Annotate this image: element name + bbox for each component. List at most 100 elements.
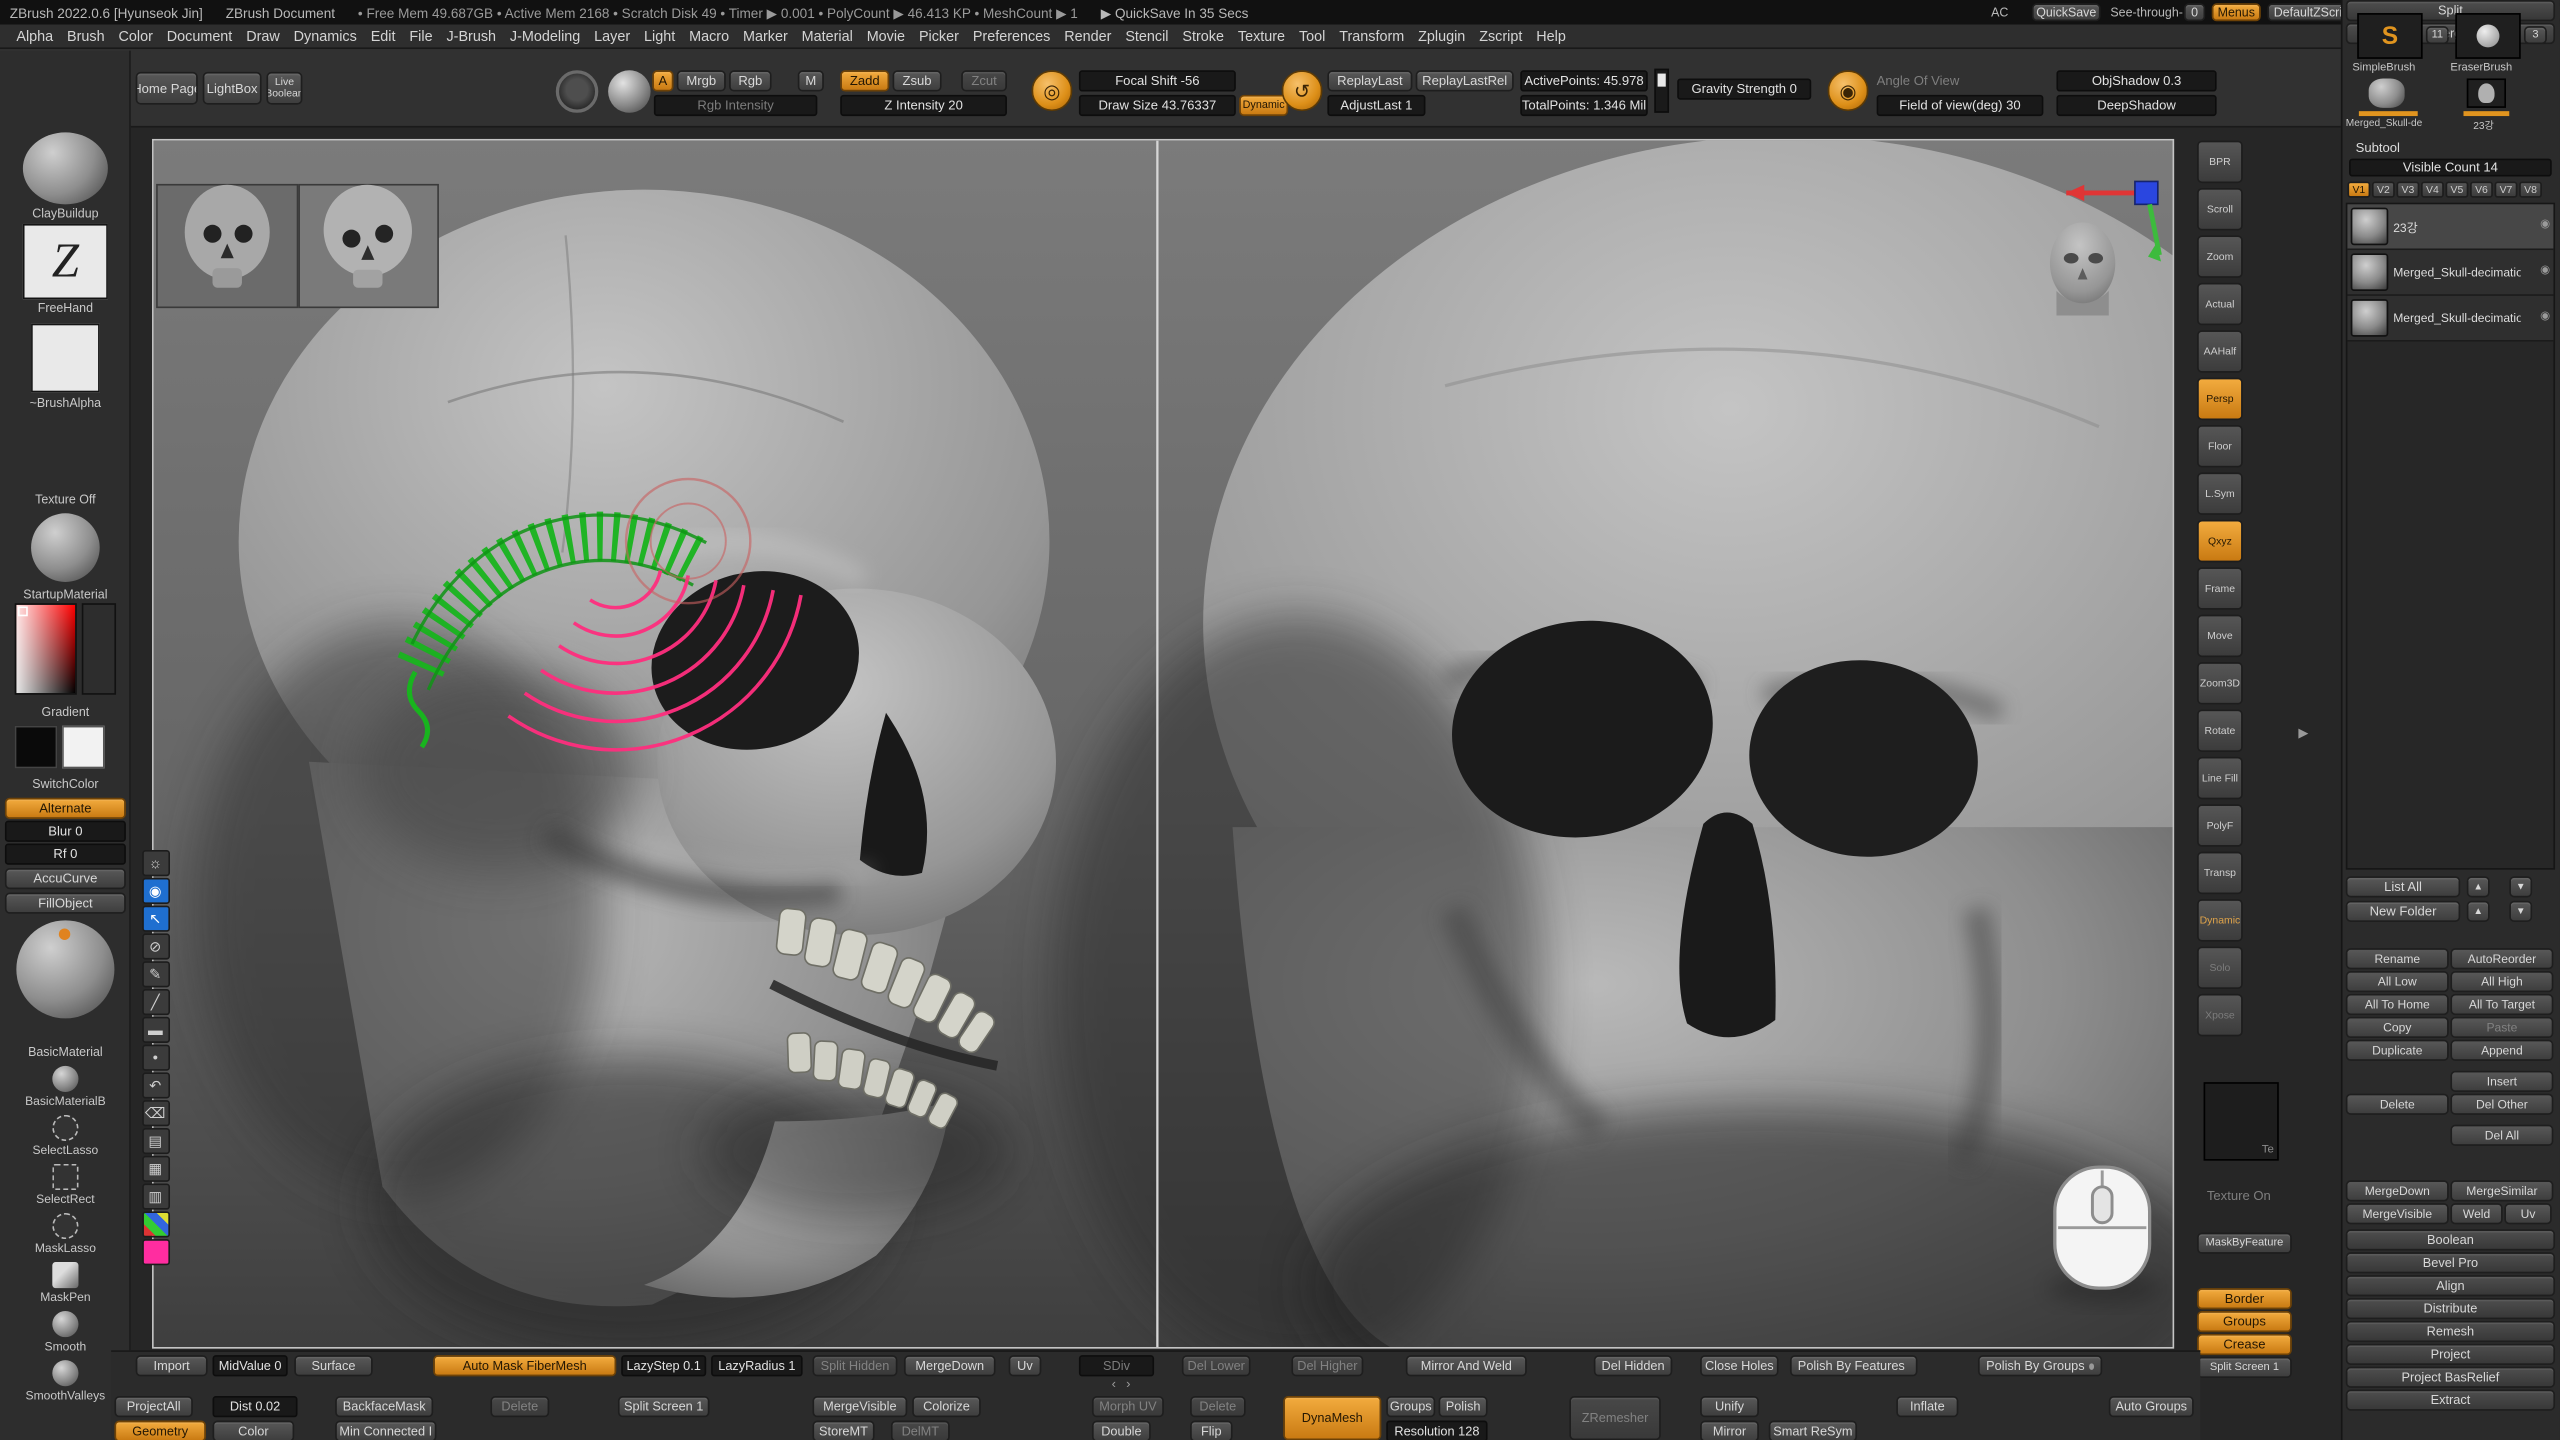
weld-button[interactable]: Weld (2450, 1203, 2502, 1224)
surface-button[interactable]: Surface (294, 1355, 372, 1376)
menu-item[interactable]: Help (1536, 28, 1566, 44)
eraser-brush-thumbnail[interactable] (2455, 13, 2520, 59)
backfacemask-button[interactable]: BackfaceMask (335, 1396, 433, 1417)
deepshadow-slider[interactable]: DeepShadow (2056, 95, 2216, 116)
focal-shift-slider[interactable]: Focal Shift -56 (1079, 70, 1236, 91)
trash-icon[interactable]: ⌫ (141, 1100, 169, 1126)
folder-down-button[interactable]: ▼ (2509, 901, 2532, 922)
subtool-action-button[interactable]: All To Home (2346, 994, 2449, 1015)
gravity-strength-slider[interactable]: Gravity Strength 0 (1677, 78, 1811, 99)
color-button[interactable]: Color (213, 1421, 295, 1440)
view-icon[interactable]: ◉ (1828, 70, 1869, 111)
del-higher-button[interactable]: Del Higher (1291, 1355, 1363, 1376)
startup-material-thumbnail[interactable] (31, 513, 100, 582)
polish-by-groups-button[interactable]: Polish By Groups (1978, 1355, 2102, 1376)
subtool-action-button[interactable]: Copy (2346, 1017, 2449, 1038)
replay-last-rel-button[interactable]: ReplayLastRel (1416, 70, 1514, 91)
subtool-action-button[interactable]: Delete (2346, 1094, 2449, 1115)
subtool-section-header[interactable]: Extract (2346, 1389, 2555, 1410)
menu-item[interactable]: Tool (1299, 28, 1325, 44)
menu-item[interactable]: J-Modeling (510, 28, 580, 44)
variant-tab[interactable]: V8 (2519, 181, 2542, 197)
subtool-eye-icon[interactable]: ◉ (2540, 309, 2550, 322)
split-screen-button-bottom[interactable]: Split Screen 1 (618, 1396, 710, 1417)
alpha-sphere-preview[interactable] (608, 70, 651, 113)
shelf-button[interactable]: Scroll (2197, 188, 2243, 231)
menu-item[interactable]: Texture (1238, 28, 1285, 44)
m-button[interactable]: M (798, 70, 824, 91)
menu-item[interactable]: Color (118, 28, 152, 44)
menu-item[interactable]: Picker (919, 28, 959, 44)
brush-alpha-thumbnail[interactable] (31, 324, 100, 393)
color-sv-picker[interactable] (15, 603, 77, 695)
crease-button[interactable]: Crease (2197, 1334, 2292, 1355)
menu-item[interactable]: Document (167, 28, 233, 44)
mrgb-button[interactable]: Mrgb (677, 70, 726, 91)
subtool-item[interactable]: Merged_Skull-decimation2_4 ◉ (2347, 296, 2553, 342)
subtool-item[interactable]: 23강 ◉ (2347, 204, 2553, 250)
tool-thumbnail-2[interactable] (2467, 78, 2506, 107)
del-hidden-button[interactable]: Del Hidden (1594, 1355, 1672, 1376)
menu-item[interactable]: Preferences (973, 28, 1051, 44)
mirror-button[interactable]: Mirror (1700, 1421, 1759, 1440)
zadd-button[interactable]: Zadd (840, 70, 889, 91)
no-draw-icon[interactable]: ⊘ (141, 933, 169, 959)
menu-item[interactable]: Layer (594, 28, 630, 44)
auto-mask-fibermesh-button[interactable]: Auto Mask FiberMesh (433, 1355, 616, 1376)
subtool-action-button[interactable]: All To Target (2450, 994, 2553, 1015)
split-screen-button[interactable]: Split Screen 1 (2197, 1357, 2292, 1378)
basic-material-thumbnail[interactable] (16, 920, 114, 1018)
merge-similar-button[interactable]: MergeSimilar (2450, 1180, 2553, 1201)
double-button[interactable]: Double (1092, 1421, 1151, 1440)
tool-slider[interactable] (2359, 111, 2418, 116)
groups-toggle-button[interactable]: Groups (1386, 1396, 1435, 1417)
draw-size-slider[interactable]: Draw Size 43.76337 (1079, 95, 1236, 116)
quicksave-button[interactable]: QuickSave (2032, 3, 2101, 21)
shelf-button[interactable]: AAHalf (2197, 330, 2243, 373)
subtool-action-button[interactable]: Paste (2450, 1017, 2553, 1038)
quick-pick-item[interactable]: SelectLasso (0, 1115, 131, 1162)
menu-item[interactable]: Marker (743, 28, 788, 44)
subtool-action-button[interactable]: Duplicate (2346, 1040, 2449, 1061)
mirror-and-weld-button[interactable]: Mirror And Weld (1406, 1355, 1527, 1376)
delete-button-2[interactable]: Delete (1190, 1396, 1246, 1417)
groups-button[interactable]: Groups (2197, 1311, 2292, 1332)
mask-by-feature-button[interactable]: MaskByFeature (2197, 1233, 2292, 1254)
zcut-button[interactable]: Zcut (961, 70, 1007, 91)
shelf-button[interactable]: PolyF (2197, 804, 2243, 847)
hue-strip[interactable] (82, 603, 116, 695)
pink-color-swatch[interactable] (141, 1239, 169, 1265)
freehand-brush-thumbnail[interactable]: Z (23, 224, 108, 299)
import-button[interactable]: Import (136, 1355, 208, 1376)
shelf-button[interactable]: Persp (2197, 378, 2243, 421)
subtool-eye-icon[interactable]: ◉ (2540, 217, 2550, 230)
quick-pick-item[interactable]: SelectRect (0, 1164, 131, 1211)
texture-off-label[interactable]: Texture Off (0, 492, 131, 507)
midvalue-slider[interactable]: MidValue 0 (213, 1355, 288, 1376)
projectall-button[interactable]: ProjectAll (114, 1396, 192, 1417)
alternate-button[interactable]: Alternate (5, 798, 126, 819)
switch-color-label[interactable]: SwitchColor (0, 776, 131, 791)
shelf-button[interactable]: Zoom3D (2197, 662, 2243, 705)
min-connected-button[interactable]: Min Connected I (335, 1421, 436, 1440)
blur-slider[interactable]: Blur 0 (5, 821, 126, 842)
subtool-action-button[interactable]: All Low (2346, 971, 2449, 992)
lightbox-button[interactable]: LightBox (203, 72, 262, 105)
eraser-icon[interactable]: ▬ (141, 1017, 169, 1043)
menu-item[interactable]: Stroke (1182, 28, 1224, 44)
fov-slider[interactable]: Field of view(deg) 30 (1877, 95, 2044, 116)
shelf-button[interactable]: Frame (2197, 567, 2243, 610)
replay-icon[interactable]: ↺ (1282, 70, 1323, 111)
zsub-button[interactable]: Zsub (893, 70, 942, 91)
variant-tab[interactable]: V5 (2446, 181, 2469, 197)
see-through-value[interactable]: 0 (2184, 3, 2205, 21)
merge-down-button[interactable]: MergeDown (2346, 1180, 2449, 1201)
delmt-button[interactable]: DelMT (891, 1421, 950, 1440)
subtool-eye-icon[interactable]: ◉ (2540, 263, 2550, 276)
light-icon[interactable]: ☼ (141, 850, 169, 876)
variant-tab[interactable]: V1 (2347, 181, 2370, 197)
quick-pick-item[interactable]: MaskLasso (0, 1213, 131, 1260)
menus-button[interactable]: Menus (2212, 3, 2261, 21)
shelf-button[interactable]: L.Sym (2197, 472, 2243, 515)
border-button[interactable]: Border (2197, 1288, 2292, 1309)
